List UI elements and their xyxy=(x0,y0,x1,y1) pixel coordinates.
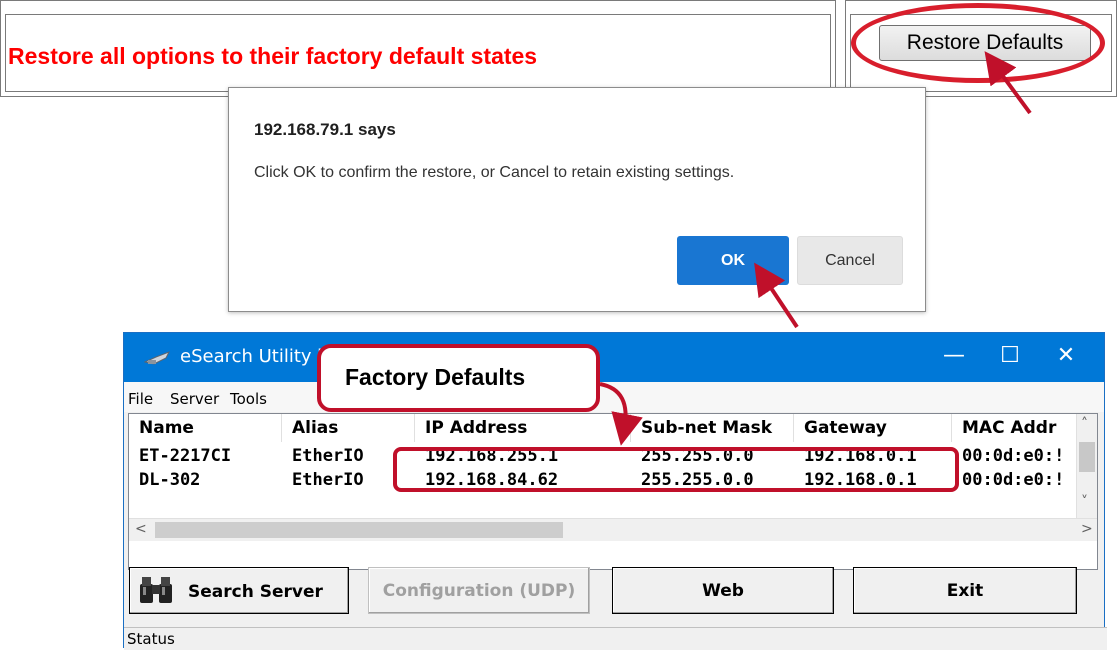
menu-tools[interactable]: Tools xyxy=(230,390,267,408)
maximize-icon[interactable]: ☐ xyxy=(982,333,1038,382)
cell-name: ET-2217CI xyxy=(139,446,232,466)
vertical-scroll-thumb[interactable] xyxy=(1079,442,1095,472)
factory-defaults-callout: Factory Defaults xyxy=(317,344,600,412)
cell-name: DL-302 xyxy=(139,470,201,490)
cell-mac-address: 00:0d:e0:! xyxy=(962,470,1065,490)
column-header-mac-address[interactable]: MAC Addr xyxy=(952,414,1079,442)
menu-server[interactable]: Server xyxy=(170,390,219,408)
status-bar: Status xyxy=(124,627,1107,650)
ip-highlight-box xyxy=(393,447,959,492)
dialog-title: 192.168.79.1 says xyxy=(254,120,396,139)
cancel-button[interactable]: Cancel xyxy=(797,236,903,285)
cell-mac-address: 00:0d:e0:! xyxy=(962,446,1065,466)
binoculars-icon xyxy=(140,577,172,603)
horizontal-scroll-thumb[interactable] xyxy=(155,522,563,538)
column-header-alias[interactable]: Alias xyxy=(282,414,415,442)
status-text: Status xyxy=(127,630,175,648)
scroll-left-icon[interactable]: < xyxy=(135,521,147,537)
close-icon[interactable]: ✕ xyxy=(1038,333,1094,382)
title-bar: eSearch Utility [ — ☐ ✕ xyxy=(124,333,1104,382)
column-header-subnet-mask[interactable]: Sub-net Mask xyxy=(631,414,794,442)
restore-description: Restore all options to their factory def… xyxy=(8,43,538,69)
configuration-udp-button[interactable]: Configuration (UDP) xyxy=(368,567,590,614)
exit-button[interactable]: Exit xyxy=(853,567,1077,614)
scroll-up-icon[interactable]: ˄ xyxy=(1081,416,1088,432)
confirm-dialog: 192.168.79.1 says Click OK to confirm th… xyxy=(228,87,926,312)
menu-file[interactable]: File xyxy=(128,390,153,408)
dialog-message: Click OK to confirm the restore, or Canc… xyxy=(254,164,735,181)
highlight-ellipse xyxy=(851,3,1105,83)
column-header-ip-address[interactable]: IP Address xyxy=(415,414,631,442)
menu-bar: File Server Tools xyxy=(124,382,1104,412)
vertical-scrollbar[interactable]: ˄ ˅ xyxy=(1076,414,1097,518)
scroll-down-icon[interactable]: ˅ xyxy=(1081,494,1088,510)
horizontal-scrollbar[interactable]: < > xyxy=(129,518,1097,541)
search-server-button[interactable]: Search Server xyxy=(129,567,349,614)
window-title: eSearch Utility [ xyxy=(180,346,325,367)
web-button[interactable]: Web xyxy=(612,567,834,614)
ok-button[interactable]: OK xyxy=(677,236,789,285)
app-icon xyxy=(144,351,170,365)
search-server-label: Search Server xyxy=(188,582,323,602)
scroll-right-icon[interactable]: > xyxy=(1081,521,1093,537)
column-header-gateway[interactable]: Gateway xyxy=(794,414,952,442)
column-header-name[interactable]: Name xyxy=(129,414,282,442)
callout-label: Factory Defaults xyxy=(345,364,526,390)
minimize-icon[interactable]: — xyxy=(926,333,982,382)
